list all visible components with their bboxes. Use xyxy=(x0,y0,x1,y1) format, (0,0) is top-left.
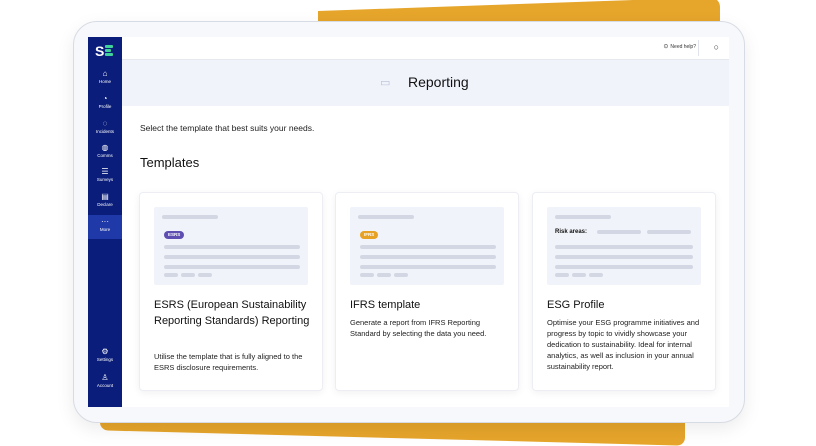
ifrs-badge: IFRS xyxy=(360,231,379,239)
sidebar-item-label: More xyxy=(99,227,111,232)
card-title: ESG Profile xyxy=(547,299,605,311)
card-description: Generate a report from IFRS Reporting St… xyxy=(350,318,487,338)
card-title: ESRS (European Sustainability Reporting … xyxy=(154,299,310,327)
sidebar-item-label: Declare xyxy=(97,202,113,207)
sidebar-item-surveys[interactable]: ☰ Surveys xyxy=(88,167,122,189)
topbar-divider xyxy=(698,40,699,56)
card-title: IFRS template xyxy=(350,299,421,311)
sidebar-item-home[interactable]: ⌂ Home xyxy=(88,69,122,91)
page-header: ▭ Reporting xyxy=(122,60,729,106)
sidebar-item-comms[interactable]: ◍ Comms xyxy=(88,143,122,165)
template-card-ifrs[interactable]: IFRS IFRS template Generate a report fro… xyxy=(335,192,519,391)
top-bar: ⊙ Need help? ○ xyxy=(122,37,729,60)
surveys-icon: ☰ xyxy=(101,167,109,176)
app-logo[interactable]: S xyxy=(95,43,115,59)
user-menu-icon[interactable]: ○ xyxy=(714,42,719,52)
template-card-esg-profile[interactable]: Risk areas: ESG Profile Optimise your ES… xyxy=(532,192,716,391)
home-icon: ⌂ xyxy=(102,69,108,78)
page-title: Reporting xyxy=(408,74,469,90)
account-icon: ♙ xyxy=(101,373,109,382)
sidebar-item-label: Comms xyxy=(97,153,113,158)
comms-icon: ◍ xyxy=(101,143,109,152)
help-icon: ⊙ xyxy=(663,44,669,50)
sidebar-item-more[interactable]: ··· More xyxy=(88,215,122,239)
page-subtitle: Select the template that best suits your… xyxy=(140,123,315,133)
sidebar-item-account[interactable]: ♙ Account xyxy=(88,373,122,395)
templates-heading: Templates xyxy=(140,155,200,170)
template-card-esrs[interactable]: ESRS ESRS (European Sustainability Repor… xyxy=(139,192,323,391)
template-preview: Risk areas: xyxy=(547,207,701,285)
sidebar-item-declare[interactable]: ▤ Declare xyxy=(88,192,122,214)
more-icon: ··· xyxy=(101,217,109,226)
need-help-label: Need help? xyxy=(670,44,696,50)
sidebar-item-profile[interactable]: ◔ Profile xyxy=(88,94,122,116)
card-description: Utilise the template that is fully align… xyxy=(154,352,303,372)
sidebar-item-label: Profile xyxy=(98,104,112,109)
sidebar: S ⌂ Home ◔ Profile ◌ Incidents ◍ Comms ☰… xyxy=(88,37,122,407)
profile-icon: ◔ xyxy=(102,94,108,103)
app-screen: S ⌂ Home ◔ Profile ◌ Incidents ◍ Comms ☰… xyxy=(88,37,729,407)
incidents-icon: ◌ xyxy=(102,119,108,128)
sidebar-item-label: Surveys xyxy=(96,177,114,182)
report-icon: ▭ xyxy=(380,77,391,89)
sidebar-item-label: Account xyxy=(96,383,114,388)
need-help-button[interactable]: ⊙ Need help? xyxy=(663,43,696,50)
esrs-badge: ESRS xyxy=(164,231,185,239)
template-preview: ESRS xyxy=(154,207,308,285)
card-description: Optimise your ESG programme initiatives … xyxy=(547,318,700,371)
risk-areas-label: Risk areas: xyxy=(555,229,588,235)
template-preview: IFRS xyxy=(350,207,504,285)
sidebar-item-label: Home xyxy=(98,79,111,84)
sidebar-item-label: Settings xyxy=(96,357,114,362)
settings-icon: ⚙ xyxy=(101,347,109,356)
sidebar-item-label: Incidents xyxy=(95,129,114,134)
sidebar-item-settings[interactable]: ⚙ Settings xyxy=(88,347,122,369)
logo-bars-icon xyxy=(105,45,113,57)
logo-letter: S xyxy=(95,43,105,59)
declare-icon: ▤ xyxy=(101,192,109,201)
sidebar-item-incidents[interactable]: ◌ Incidents xyxy=(88,119,122,141)
